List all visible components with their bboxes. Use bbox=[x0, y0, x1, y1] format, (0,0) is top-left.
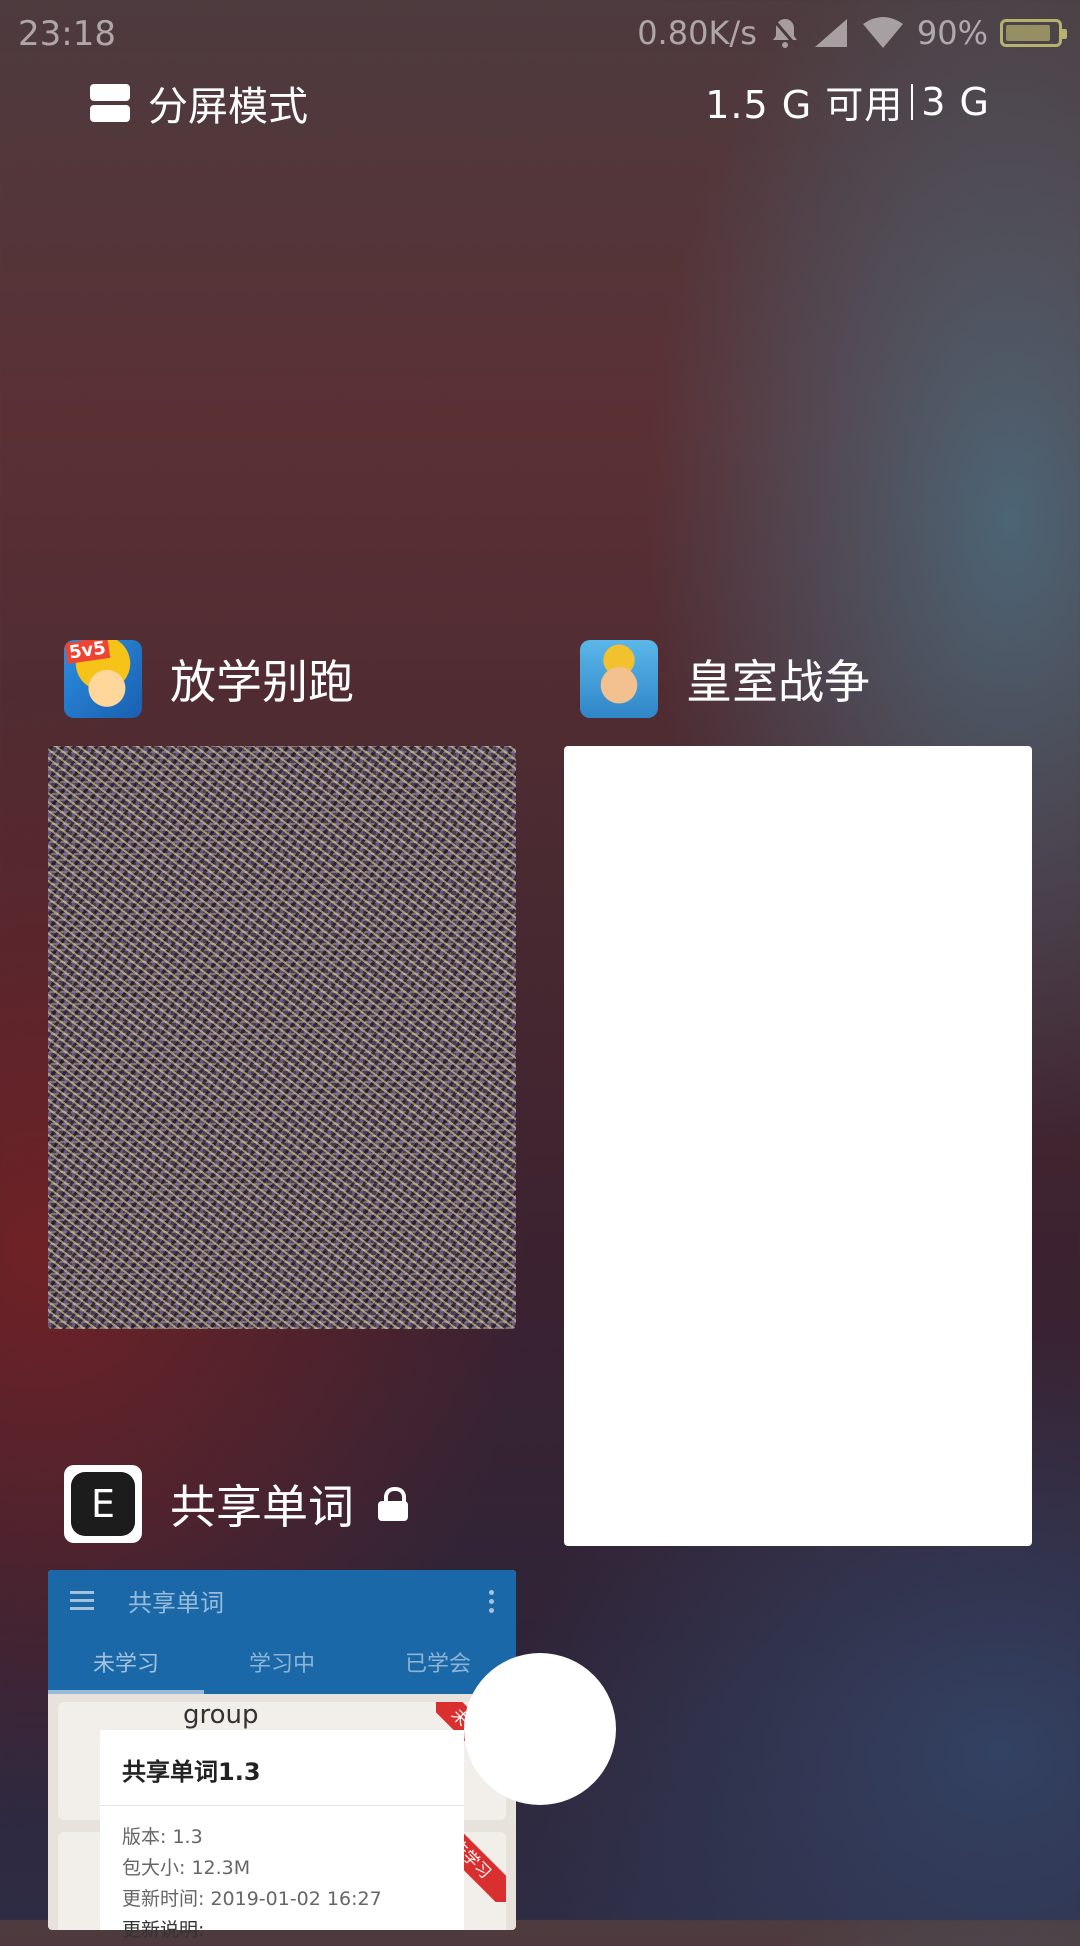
vocab-toolbar: 共享单词 bbox=[48, 1570, 516, 1630]
tab-unlearned: 未学习 bbox=[48, 1630, 204, 1694]
app-header-fangxuebiepao[interactable]: 5v5 放学别跑 bbox=[64, 640, 354, 718]
memory-available: 1.5 G 可用 bbox=[705, 83, 904, 127]
floating-assistive-button[interactable] bbox=[464, 1653, 616, 1805]
clash-royale-king-icon bbox=[580, 640, 658, 718]
network-speed: 0.80K/s bbox=[637, 14, 757, 52]
memory-info: 1.5 G 可用 3 G bbox=[705, 74, 990, 129]
vocab-e-icon: E bbox=[64, 1465, 142, 1543]
tab-learning: 学习中 bbox=[248, 1652, 315, 1677]
dialog-update-time: 更新时间: 2019-01-02 16:27 bbox=[122, 1888, 382, 1910]
split-screen-icon bbox=[90, 84, 130, 122]
word-text: group bbox=[183, 1700, 259, 1730]
dialog-size: 包大小: 12.3M bbox=[122, 1857, 251, 1879]
battery-icon bbox=[1000, 19, 1067, 47]
battery-fill bbox=[1006, 25, 1051, 41]
memory-total: 3 G bbox=[921, 79, 990, 124]
app-thumbnail-huangshizhanzheng[interactable] bbox=[564, 746, 1032, 1546]
app-thumbnail-fangxuebiepao[interactable] bbox=[48, 746, 516, 1329]
vocab-icon-letter: E bbox=[71, 1472, 135, 1536]
dialog-version: 版本: 1.3 bbox=[122, 1826, 203, 1848]
update-dialog: 共享单词1.3 版本: 1.3 包大小: 12.3M 更新时间: 2019-01… bbox=[100, 1730, 464, 1941]
app-name: 皇室战争 bbox=[686, 655, 870, 709]
cellular-signal-icon bbox=[814, 19, 847, 47]
status-time: 23:18 bbox=[18, 14, 116, 54]
menu-icon bbox=[70, 1590, 94, 1610]
memory-divider bbox=[911, 83, 914, 120]
battery-percent: 90% bbox=[916, 14, 988, 52]
vocab-tabs: 未学习 学习中 已学会 bbox=[48, 1630, 516, 1694]
split-mode-label: 分屏模式 bbox=[148, 84, 308, 130]
dialog-divider bbox=[100, 1805, 464, 1806]
app-header-gongxiangdanci[interactable]: E 共享单词 bbox=[64, 1465, 408, 1543]
dialog-title: 共享单词1.3 bbox=[122, 1758, 261, 1786]
lock-icon[interactable] bbox=[378, 1487, 408, 1521]
bell-muted-icon bbox=[771, 18, 799, 48]
game-hero-icon: 5v5 bbox=[64, 640, 142, 718]
status-bar-right: 0.80K/s 90% bbox=[637, 14, 1067, 52]
more-options-icon bbox=[489, 1590, 494, 1613]
app-name: 放学别跑 bbox=[170, 655, 354, 709]
app-header-huangshizhanzheng[interactable]: 皇室战争 bbox=[580, 640, 870, 718]
icon-badge: 5v5 bbox=[64, 640, 111, 664]
split-mode-button[interactable]: 分屏模式 bbox=[90, 74, 308, 132]
vocab-toolbar-title: 共享单词 bbox=[128, 1588, 224, 1617]
app-name: 共享单词 bbox=[170, 1480, 354, 1534]
wifi-icon bbox=[862, 17, 903, 48]
